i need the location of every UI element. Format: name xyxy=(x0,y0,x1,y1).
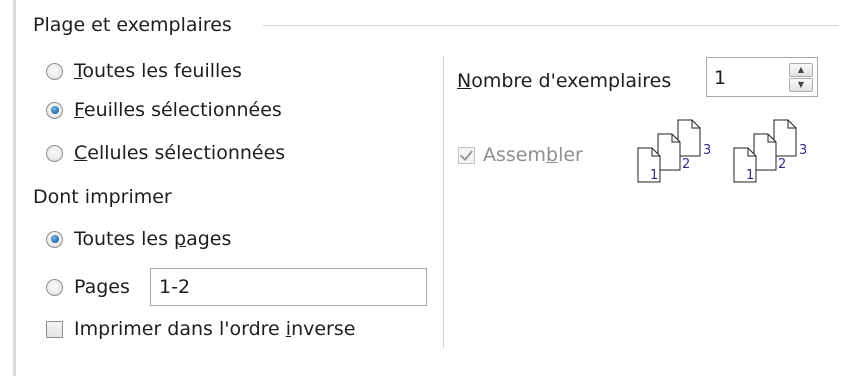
radio-circle[interactable] xyxy=(46,101,63,119)
radio-pages-label: Pages xyxy=(74,276,130,298)
radio-selected-cells[interactable]: Cellules sélectionnées xyxy=(46,138,285,168)
radio-circle[interactable] xyxy=(46,230,63,248)
radio-circle[interactable] xyxy=(46,278,63,296)
radio-all-pages[interactable]: Toutes les pages xyxy=(46,224,231,254)
checkbox-collate-label: Assembler xyxy=(483,144,583,166)
radio-all-pages-label: Toutes les pages xyxy=(74,228,232,250)
triangle-down-icon[interactable]: ▼ xyxy=(789,78,813,92)
collate-page-3: 3 xyxy=(799,143,807,158)
collated-pages-icon: 3 2 1 xyxy=(637,119,711,183)
copies-label: Nombre d'exemplaires xyxy=(457,70,672,92)
checkbox-box[interactable] xyxy=(458,146,475,164)
dialog-left-border xyxy=(13,0,16,376)
pages-range-input[interactable]: 1-2 xyxy=(150,268,427,306)
collate-page-2: 2 xyxy=(778,157,786,172)
pages-range-value: 1-2 xyxy=(159,276,191,298)
checkbox-reverse-order-label: Imprimer dans l'ordre inverse xyxy=(74,318,356,340)
radio-selected-sheets[interactable]: Feuilles sélectionnées xyxy=(46,95,282,125)
range-group-title: Plage et exemplaires xyxy=(33,14,232,36)
print-pages-section-label: Dont imprimer xyxy=(33,186,172,208)
radio-circle[interactable] xyxy=(46,62,63,80)
collate-page-3: 3 xyxy=(703,143,711,158)
checkbox-reverse-order[interactable]: Imprimer dans l'ordre inverse xyxy=(46,314,355,344)
radio-circle[interactable] xyxy=(46,144,63,162)
collate-page-1: 1 xyxy=(746,168,754,183)
radio-selected-cells-label: Cellules sélectionnées xyxy=(74,142,286,164)
column-separator xyxy=(443,56,444,348)
copies-spinbox[interactable]: 1 ▲ ▼ xyxy=(706,57,818,97)
radio-pages[interactable]: Pages xyxy=(46,272,130,302)
checkbox-box[interactable] xyxy=(46,320,63,338)
triangle-up-icon[interactable]: ▲ xyxy=(789,63,813,77)
collate-page-2: 2 xyxy=(682,157,690,172)
radio-all-sheets[interactable]: Toutes les feuilles xyxy=(46,56,242,86)
radio-all-sheets-label: Toutes les feuilles xyxy=(74,60,242,82)
radio-selected-sheets-label: Feuilles sélectionnées xyxy=(74,99,282,121)
collate-page-1: 1 xyxy=(650,168,658,183)
copies-value: 1 xyxy=(714,67,727,89)
collated-pages-icon: 3 2 1 xyxy=(733,119,807,183)
group-divider-line xyxy=(263,25,839,26)
checkbox-collate[interactable]: Assembler xyxy=(458,140,583,170)
